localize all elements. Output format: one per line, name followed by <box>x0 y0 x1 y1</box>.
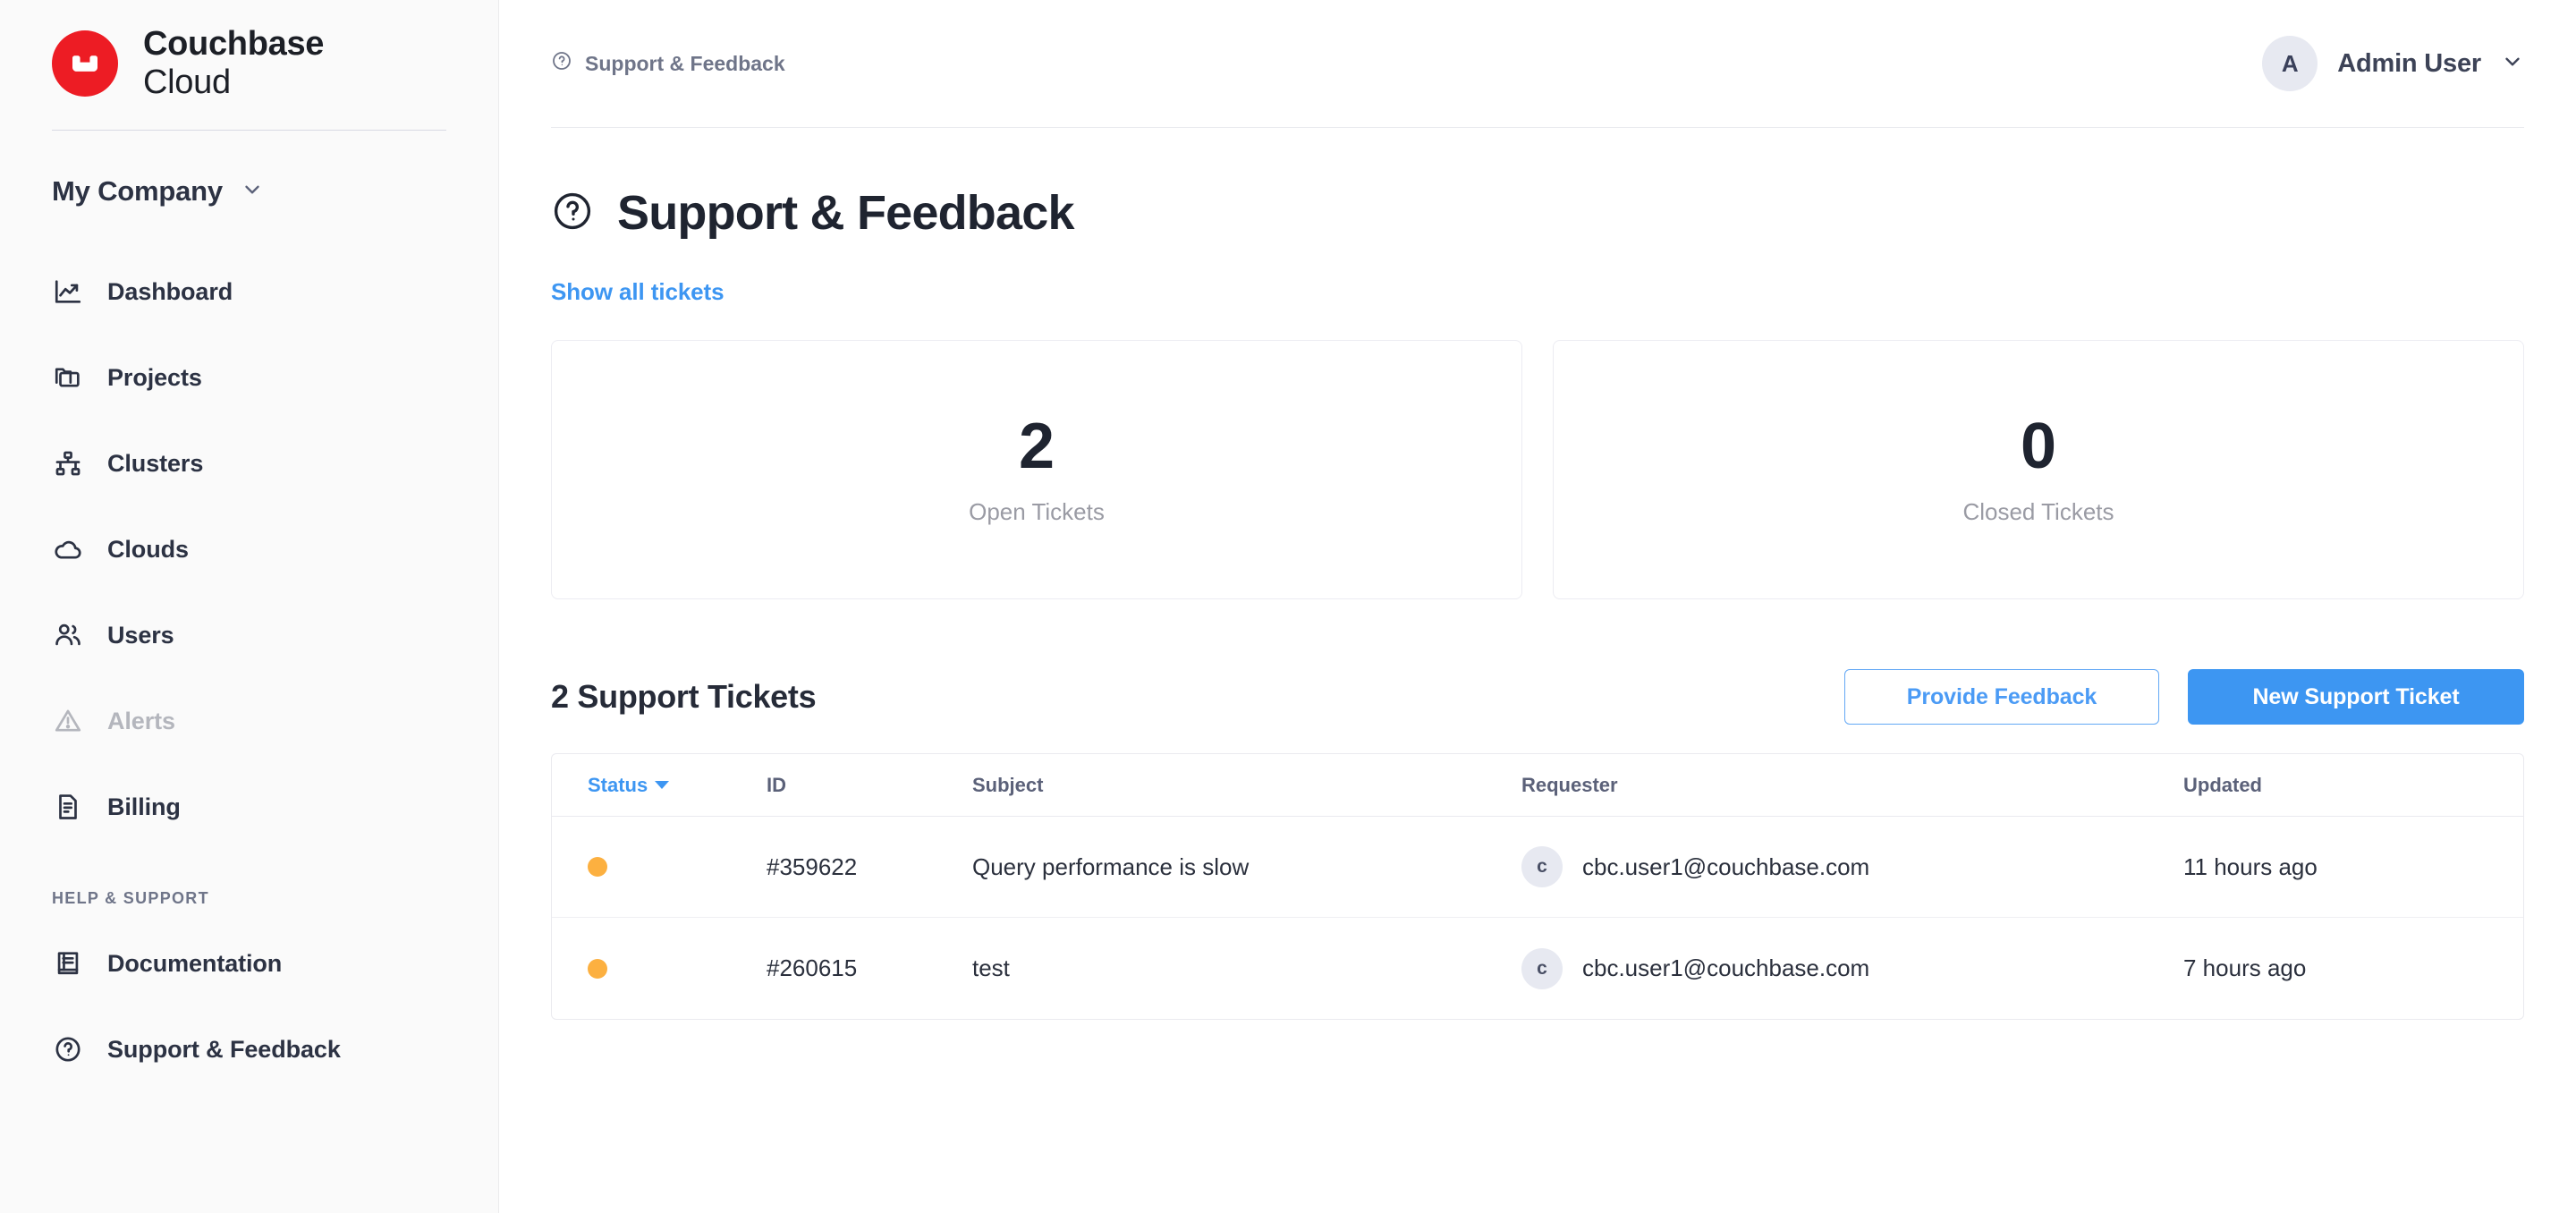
stat-cards: 2 Open Tickets 0 Closed Tickets <box>551 340 2524 599</box>
sidebar-item-clusters[interactable]: Clusters <box>0 420 498 506</box>
main-content: Support & Feedback A Admin User Support … <box>499 0 2576 1213</box>
table-header-requester[interactable]: Requester <box>1521 774 2183 797</box>
question-circle-icon <box>551 50 572 77</box>
requester-email: cbc.user1@couchbase.com <box>1582 852 1870 880</box>
sidebar-item-dashboard[interactable]: Dashboard <box>0 249 498 335</box>
sort-desc-icon <box>655 781 670 789</box>
status-badge <box>588 958 607 979</box>
sidebar-item-label: Documentation <box>107 949 283 977</box>
topbar: Support & Feedback A Admin User <box>551 0 2524 128</box>
tickets-section-heading: 2 Support Tickets <box>551 678 817 715</box>
sidebar-item-label: Alerts <box>107 707 175 734</box>
ticket-requester-cell: c cbc.user1@couchbase.com <box>1521 947 2183 989</box>
sidebar-item-label: Support & Feedback <box>107 1035 341 1063</box>
user-menu[interactable]: A Admin User <box>2262 36 2524 91</box>
stat-label: Open Tickets <box>969 497 1105 525</box>
ticket-status-cell <box>552 958 767 979</box>
app-root: Couchbase Cloud My Company Dashboard Pro… <box>0 0 2576 1213</box>
show-all-tickets-link[interactable]: Show all tickets <box>551 278 724 306</box>
sidebar-item-documentation[interactable]: Documentation <box>0 920 498 1006</box>
org-name: My Company <box>52 175 223 208</box>
stat-label: Closed Tickets <box>1962 497 2114 525</box>
provide-feedback-button[interactable]: Provide Feedback <box>1844 669 2159 725</box>
ticket-updated-cell: 7 hours ago <box>2183 954 2307 981</box>
stat-card-open-tickets: 2 Open Tickets <box>551 340 1522 599</box>
avatar: c <box>1521 846 1563 887</box>
ticket-id-cell: #359622 <box>767 852 858 880</box>
sidebar-item-projects[interactable]: Projects <box>0 335 498 420</box>
tickets-action-buttons: Provide Feedback New Support Ticket <box>1844 669 2524 725</box>
sidebar-item-users[interactable]: Users <box>0 592 498 678</box>
sidebar-nav: Dashboard Projects Clusters Clouds Users… <box>0 249 498 1092</box>
ticket-requester-cell: c cbc.user1@couchbase.com <box>1521 846 2183 887</box>
sidebar-section-title: HELP & SUPPORT <box>52 889 209 908</box>
page-header: Support & Feedback <box>551 128 2524 241</box>
ticket-updated-cell: 11 hours ago <box>2183 852 2318 880</box>
sidebar-item-clouds[interactable]: Clouds <box>0 506 498 592</box>
ticket-subject-cell: test <box>972 954 1010 981</box>
ticket-status-cell <box>552 857 767 877</box>
sidebar-item-label: Clusters <box>107 449 204 477</box>
sidebar: Couchbase Cloud My Company Dashboard Pro… <box>0 0 499 1213</box>
table-header-status[interactable]: Status <box>552 774 767 797</box>
sidebar-item-billing[interactable]: Billing <box>0 764 498 850</box>
question-circle-icon <box>551 190 594 237</box>
network-nodes-icon <box>52 447 84 479</box>
brand-text: Couchbase Cloud <box>143 25 324 101</box>
users-icon <box>52 619 84 651</box>
brand-name: Couchbase <box>143 25 325 63</box>
question-circle-icon <box>52 1033 84 1065</box>
sidebar-item-label: Users <box>107 621 174 649</box>
stat-value: 0 <box>2020 410 2057 482</box>
user-name: Admin User <box>2337 48 2481 78</box>
tickets-section-bar: 2 Support Tickets Provide Feedback New S… <box>551 669 2524 725</box>
sidebar-item-alerts: Alerts <box>0 678 498 764</box>
avatar: A <box>2262 36 2318 91</box>
page-title: Support & Feedback <box>617 186 1074 240</box>
table-header-row: Status ID Subject Requester Updated <box>552 754 2523 817</box>
folders-icon <box>52 361 84 394</box>
ticket-id-cell: #260615 <box>767 954 858 981</box>
cloud-icon <box>52 533 84 565</box>
page-content: Support & Feedback Show all tickets 2 Op… <box>499 128 2576 1020</box>
breadcrumb-label: Support & Feedback <box>585 51 785 75</box>
sidebar-item-label: Dashboard <box>107 277 233 305</box>
chevron-down-icon <box>241 178 264 206</box>
stat-card-closed-tickets: 0 Closed Tickets <box>1553 340 2524 599</box>
document-icon <box>52 791 84 823</box>
table-header-status-label: Status <box>588 773 648 796</box>
table-row[interactable]: #260615 test c cbc.user1@couchbase.com 7… <box>552 918 2523 1019</box>
avatar: c <box>1521 947 1563 989</box>
couchbase-logo-icon <box>52 30 118 97</box>
ticket-subject-cell: Query performance is slow <box>972 852 1250 880</box>
alert-triangle-icon <box>52 705 84 737</box>
sidebar-item-label: Projects <box>107 363 202 391</box>
chart-line-icon <box>52 276 84 308</box>
status-badge <box>588 857 607 877</box>
sidebar-item-support-feedback[interactable]: Support & Feedback <box>0 1006 498 1092</box>
org-switcher[interactable]: My Company <box>0 131 498 208</box>
breadcrumb[interactable]: Support & Feedback <box>551 50 785 77</box>
chevron-down-icon <box>2501 50 2524 78</box>
brand-sub: Cloud <box>143 63 231 101</box>
brand-logo-block[interactable]: Couchbase Cloud <box>0 0 498 101</box>
book-icon <box>52 947 84 980</box>
sidebar-item-label: Clouds <box>107 535 189 563</box>
table-header-id[interactable]: ID <box>767 774 972 797</box>
requester-email: cbc.user1@couchbase.com <box>1582 954 1870 981</box>
tickets-table: Status ID Subject Requester Updated #359… <box>551 753 2524 1020</box>
table-header-updated[interactable]: Updated <box>2183 774 2523 797</box>
new-support-ticket-button[interactable]: New Support Ticket <box>2188 669 2524 725</box>
stat-value: 2 <box>1018 410 1055 482</box>
table-row[interactable]: #359622 Query performance is slow c cbc.… <box>552 817 2523 918</box>
table-header-subject[interactable]: Subject <box>972 774 1521 797</box>
sidebar-item-label: Billing <box>107 793 181 820</box>
